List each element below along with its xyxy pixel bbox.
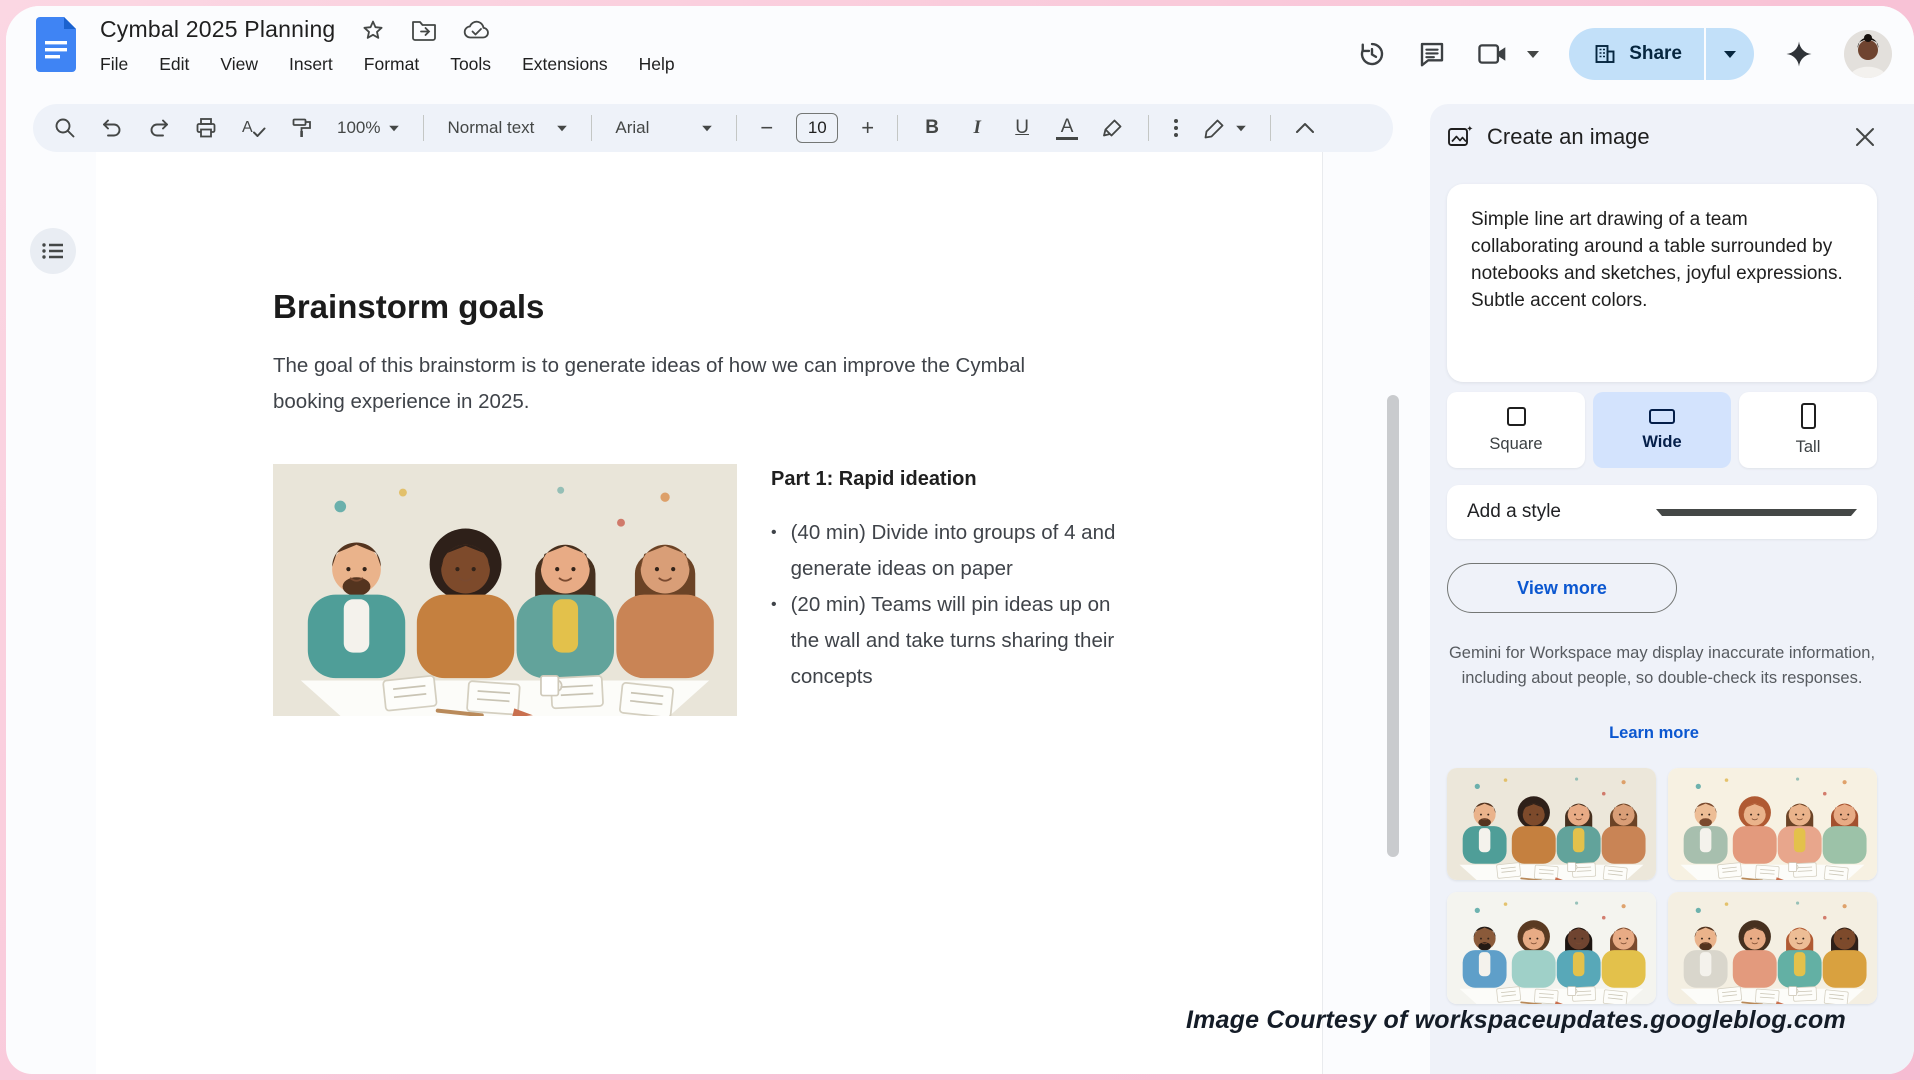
highlight-color-icon[interactable] (1101, 116, 1125, 140)
share-button-group: Share (1569, 28, 1754, 80)
app-window: Cymbal 2025 Planning File Edit View Inse… (6, 6, 1914, 1074)
redo-icon[interactable] (147, 116, 171, 140)
generated-image-thumbnail[interactable] (1447, 768, 1656, 880)
share-options-button[interactable] (1704, 28, 1754, 80)
topbar: Cymbal 2025 Planning File Edit View Inse… (6, 6, 1914, 102)
print-icon[interactable] (194, 116, 218, 140)
history-icon[interactable] (1357, 39, 1387, 69)
aspect-ratio-options: Square Wide Tall (1447, 392, 1877, 468)
gemini-icon[interactable] (1784, 39, 1814, 69)
italic-button[interactable]: I (966, 117, 988, 139)
menu-help[interactable]: Help (639, 54, 675, 75)
share-button[interactable]: Share (1569, 28, 1704, 80)
menu-tools[interactable]: Tools (450, 54, 491, 75)
avatar[interactable] (1844, 30, 1892, 78)
doc-bullet-item: • (40 min) Divide into groups of 4 and g… (771, 515, 1161, 587)
outline-icon (41, 241, 65, 261)
svg-text:A: A (242, 119, 253, 136)
spellcheck-icon[interactable]: A (241, 116, 267, 140)
meet-icon[interactable] (1477, 41, 1539, 67)
cloud-status-icon[interactable] (463, 19, 491, 41)
menu-view[interactable]: View (220, 54, 258, 75)
document-scrollbar[interactable] (1387, 395, 1399, 857)
page-right-edge (1322, 152, 1323, 1074)
toolbar: A 100% Normal text Arial − 10 + B I U A (33, 104, 1393, 152)
close-icon[interactable] (1854, 126, 1876, 148)
menu-edit[interactable]: Edit (159, 54, 189, 75)
document-outline-button[interactable] (30, 228, 76, 274)
comments-icon[interactable] (1417, 39, 1447, 69)
org-share-icon (1593, 42, 1617, 66)
text-color-button[interactable]: A (1056, 117, 1078, 140)
menu-extensions[interactable]: Extensions (522, 54, 608, 75)
more-vert-icon[interactable] (1172, 116, 1180, 140)
add-style-dropdown[interactable]: Add a style (1447, 485, 1877, 539)
font-size-decrease[interactable]: − (760, 115, 773, 141)
generated-images-grid (1447, 768, 1877, 1004)
generated-image-thumbnail[interactable] (1668, 768, 1877, 880)
document-page[interactable]: Brainstorm goals The goal of this brains… (96, 152, 1322, 1074)
menu-insert[interactable]: Insert (289, 54, 333, 75)
aspect-tall-button[interactable]: Tall (1739, 392, 1877, 468)
inline-illustration[interactable] (273, 464, 737, 716)
generated-image-thumbnail[interactable] (1447, 892, 1656, 1004)
wide-ratio-icon (1649, 409, 1675, 424)
dropdown-caret-icon (1656, 509, 1857, 516)
aspect-square-button[interactable]: Square (1447, 392, 1585, 468)
bold-button[interactable]: B (921, 117, 943, 139)
doc-intro: The goal of this brainstorm is to genera… (273, 348, 1073, 420)
learn-more-link[interactable]: Learn more (1609, 724, 1699, 742)
panel-title: Create an image (1487, 124, 1840, 150)
view-more-button[interactable]: View more (1447, 563, 1677, 613)
star-icon[interactable] (361, 18, 385, 42)
doc-heading: Brainstorm goals (273, 288, 544, 326)
gemini-disclaimer: Gemini for Workspace may display inaccur… (1447, 641, 1877, 691)
meet-caret-icon[interactable] (1527, 51, 1539, 58)
create-image-icon (1447, 124, 1473, 150)
menu-format[interactable]: Format (364, 54, 419, 75)
create-image-panel: Create an image Simple line art drawing … (1430, 104, 1914, 1074)
paragraph-style-select[interactable]: Normal text (447, 118, 568, 138)
image-courtesy-caption: Image Courtesy of workspaceupdates.googl… (1186, 1006, 1846, 1035)
zoom-select[interactable]: 100% (337, 118, 400, 138)
underline-button[interactable]: U (1011, 117, 1033, 139)
docs-file-icon[interactable] (36, 17, 76, 72)
square-ratio-icon (1507, 407, 1526, 426)
pen-mode-select[interactable] (1203, 116, 1247, 140)
aspect-wide-button[interactable]: Wide (1593, 392, 1731, 468)
font-select[interactable]: Arial (615, 118, 713, 138)
tall-ratio-icon (1801, 403, 1816, 429)
menu-file[interactable]: File (100, 54, 128, 75)
image-prompt-input[interactable]: Simple line art drawing of a team collab… (1447, 184, 1877, 382)
document-title[interactable]: Cymbal 2025 Planning (100, 16, 335, 43)
font-size-input[interactable]: 10 (796, 113, 838, 143)
doc-bullet-item: • (20 min) Teams will pin ideas up on th… (771, 587, 1161, 695)
undo-icon[interactable] (100, 116, 124, 140)
generated-image-thumbnail[interactable] (1668, 892, 1877, 1004)
font-size-increase[interactable]: + (861, 115, 874, 141)
move-folder-icon[interactable] (411, 19, 437, 41)
search-icon[interactable] (53, 116, 77, 140)
doc-section-title: Part 1: Rapid ideation (771, 468, 1161, 491)
collapse-toolbar-icon[interactable] (1294, 121, 1316, 135)
paint-format-icon[interactable] (290, 116, 314, 140)
menubar: File Edit View Insert Format Tools Exten… (100, 54, 675, 75)
